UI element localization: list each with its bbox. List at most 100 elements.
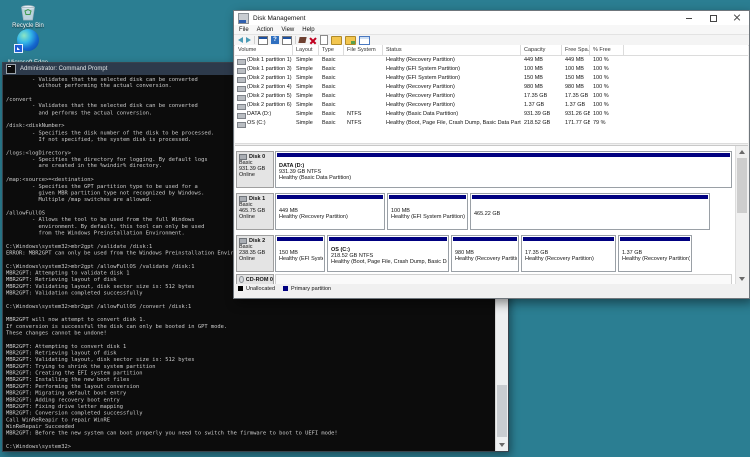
table-row[interactable]: (Disk 2 partition 4) Simple Basic Health… xyxy=(235,83,748,92)
toolbar-forward-icon[interactable] xyxy=(246,37,251,43)
table-row[interactable]: DATA (D:) Simple Basic NTFS Healthy (Bas… xyxy=(235,110,748,119)
cell-status: Healthy (EFI System Partition) xyxy=(383,65,521,74)
menu-action[interactable]: Action xyxy=(257,27,274,33)
partition-efi-100mb[interactable]: 100 MB Healthy (EFI System Partition) xyxy=(387,193,468,230)
cell-pct: 79 % xyxy=(590,119,624,128)
cell-type: Basic xyxy=(319,83,344,92)
table-row[interactable]: (Disk 2 partition 1) Simple Basic Health… xyxy=(235,74,748,83)
partition-recovery-449mb[interactable]: 449 MB Healthy (Recovery Partition) xyxy=(275,193,385,230)
scroll-down-icon[interactable] xyxy=(739,277,745,281)
disk-0-label[interactable]: Disk 0 Basic 931.39 GB Online xyxy=(236,151,274,188)
cell-volume: (Disk 2 partition 5) xyxy=(235,92,293,101)
cell-layout: Simple xyxy=(293,119,319,128)
column-header-layout[interactable]: Layout xyxy=(293,45,319,56)
table-row[interactable]: (Disk 1 partition 3) Simple Basic Health… xyxy=(235,65,748,74)
toolbar-pointer-icon[interactable] xyxy=(298,37,306,43)
close-button[interactable] xyxy=(725,11,749,25)
column-header-volume[interactable]: Volume xyxy=(235,45,293,56)
table-row[interactable]: OS (C:) Simple Basic NTFS Healthy (Boot,… xyxy=(235,119,748,128)
disk-management-app-icon xyxy=(238,13,249,24)
cell-free: 17.35 GB xyxy=(562,92,590,101)
cell-volume: (Disk 2 partition 1) xyxy=(235,74,293,83)
toolbar-back-icon[interactable] xyxy=(238,37,243,43)
cmd-icon xyxy=(6,64,16,74)
table-row[interactable]: (Disk 1 partition 1) Simple Basic Health… xyxy=(235,56,748,65)
menu-view[interactable]: View xyxy=(281,27,294,33)
toolbar-console-window-icon[interactable] xyxy=(258,36,268,45)
cell-volume: (Disk 2 partition 4) xyxy=(235,83,293,92)
shortcut-arrow-badge xyxy=(14,44,23,53)
desktop-icon-recycle-bin[interactable]: Recycle Bin xyxy=(4,2,52,30)
legend-primary-partition: Primary partition xyxy=(283,286,331,292)
cell-free: 171.77 GB xyxy=(562,119,590,128)
partition-status: Healthy (Recovery Partition) xyxy=(279,214,383,220)
toolbar-document-icon[interactable] xyxy=(320,35,328,45)
column-header-status[interactable]: Status xyxy=(383,45,521,56)
cell-type: Basic xyxy=(319,119,344,128)
cell-type: Basic xyxy=(319,101,344,110)
cell-layout: Simple xyxy=(293,74,319,83)
cmd-scrollbar-thumb[interactable] xyxy=(497,385,507,437)
dm-titlebar[interactable]: Disk Management xyxy=(234,11,749,25)
volume-list: Volume Layout Type File System Status Ca… xyxy=(235,45,748,144)
cell-type: Basic xyxy=(319,65,344,74)
desktop: Recycle Bin Microsoft Edge Administrator… xyxy=(0,0,750,457)
disk-1-label[interactable]: Disk 1 Basic 465.75 GB Online xyxy=(236,193,274,230)
cell-capacity: 980 MB xyxy=(521,83,562,92)
partition-recovery-1-37gb[interactable]: 1.37 GB Healthy (Recovery Partition) xyxy=(618,235,692,272)
legend-label: Unallocated xyxy=(246,286,275,292)
partition-recovery-980mb[interactable]: 980 MB Healthy (Recovery Partition) xyxy=(451,235,519,272)
table-row[interactable]: (Disk 2 partition 5) Simple Basic Health… xyxy=(235,92,748,101)
graphical-view: Disk 0 Basic 931.39 GB Online DATA (D:) … xyxy=(235,145,748,285)
cell-capacity: 17.35 GB xyxy=(521,92,562,101)
cell-free: 1.37 GB xyxy=(562,101,590,110)
partition-os-c[interactable]: OS (C:) 218.52 GB NTFS Healthy (Boot, Pa… xyxy=(327,235,449,272)
toolbar-separator xyxy=(295,36,296,44)
scroll-down-icon[interactable] xyxy=(499,443,505,447)
cell-free: 980 MB xyxy=(562,83,590,92)
primary-partition-bar xyxy=(277,195,383,199)
column-header-pct-free[interactable]: % Free xyxy=(590,45,624,56)
menu-file[interactable]: File xyxy=(239,27,249,33)
partition-efi-150mb[interactable]: 150 MB Healthy (EFI System Partition) xyxy=(275,235,325,272)
primary-partition-bar xyxy=(472,195,708,199)
partition-status: Healthy (Recovery Partition) xyxy=(455,256,517,262)
toolbar-properties-icon[interactable] xyxy=(359,36,370,45)
column-header-free-space[interactable]: Free Spa... xyxy=(562,45,590,56)
disk-name: CD-ROM 0 xyxy=(246,277,273,283)
column-header-file-system[interactable]: File System xyxy=(344,45,383,56)
disk-2-label[interactable]: Disk 2 Basic 238.35 GB Online xyxy=(236,235,274,272)
cell-fs xyxy=(344,74,383,83)
cell-fs xyxy=(344,65,383,74)
toolbar-folder-icon[interactable] xyxy=(331,36,342,45)
disk-state: Online xyxy=(239,256,273,262)
graphics-scrollbar-thumb[interactable] xyxy=(737,158,747,213)
partition-data-d[interactable]: DATA (D:) 931.39 GB NTFS Healthy (Basic … xyxy=(275,151,732,188)
menu-help[interactable]: Help xyxy=(302,27,314,33)
minimize-button[interactable] xyxy=(677,11,701,25)
table-row[interactable]: (Disk 2 partition 6) Simple Basic Health… xyxy=(235,101,748,110)
cell-pct: 100 % xyxy=(590,101,624,110)
toolbar-help-icon[interactable]: ? xyxy=(271,36,279,44)
column-header-type[interactable]: Type xyxy=(319,45,344,56)
cell-fs: NTFS xyxy=(344,119,383,128)
partition-recovery-17gb[interactable]: 17.35 GB Healthy (Recovery Partition) xyxy=(521,235,616,272)
cell-status: Healthy (Recovery Partition) xyxy=(383,83,521,92)
cell-type: Basic xyxy=(319,92,344,101)
partition-465gb[interactable]: 465.22 GB xyxy=(470,193,710,230)
scroll-up-icon[interactable] xyxy=(739,150,745,154)
toolbar-separator xyxy=(254,36,255,44)
toolbar-folder-refresh-icon[interactable] xyxy=(345,36,356,45)
maximize-button[interactable] xyxy=(701,11,725,25)
toolbar-delete-icon[interactable] xyxy=(309,36,317,44)
cell-status: Healthy (Recovery Partition) xyxy=(383,101,521,110)
cell-volume: DATA (D:) xyxy=(235,110,293,119)
partition-status: Healthy (Recovery Partition) xyxy=(525,256,614,262)
primary-partition-bar xyxy=(620,237,690,241)
cell-type: Basic xyxy=(319,110,344,119)
toolbar-panes-icon[interactable] xyxy=(282,36,292,45)
cell-layout: Simple xyxy=(293,110,319,119)
cell-pct: 100 % xyxy=(590,74,624,83)
column-header-capacity[interactable]: Capacity xyxy=(521,45,562,56)
graphics-scrollbar[interactable] xyxy=(735,146,748,285)
